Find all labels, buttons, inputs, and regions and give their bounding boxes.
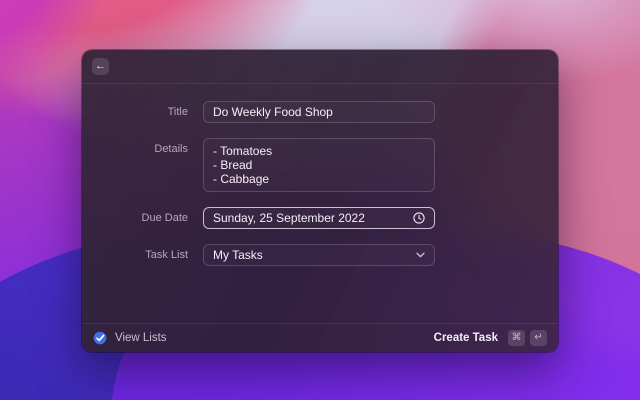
return-key-icon: ↵ [530, 330, 547, 346]
window-header: ← [82, 50, 558, 84]
create-task-window: ← Title Do Weekly Food Shop Details - To… [82, 50, 558, 352]
command-key-icon: ⌘ [508, 330, 525, 346]
details-textarea[interactable]: - Tomatoes - Bread - Cabbage [203, 138, 435, 192]
back-arrow-icon: ← [95, 60, 106, 72]
title-value: Do Weekly Food Shop [213, 105, 333, 119]
view-lists-label: View Lists [115, 332, 167, 344]
details-label: Details [154, 143, 188, 155]
task-list-value: My Tasks [213, 248, 263, 262]
details-value: - Tomatoes - Bread - Cabbage [213, 144, 273, 186]
create-task-action[interactable]: Create Task ⌘ ↵ [434, 330, 547, 346]
task-list-row: Task List My Tasks [82, 244, 558, 266]
create-task-label: Create Task [433, 332, 498, 344]
due-date-label: Due Date [141, 212, 188, 224]
screen: ← Title Do Weekly Food Shop Details - To… [0, 0, 640, 400]
title-label: Title [167, 106, 188, 118]
action-bar: View Lists Create Task ⌘ ↵ [82, 323, 558, 352]
due-date-value: Sunday, 25 September 2022 [213, 211, 365, 225]
task-list-dropdown[interactable]: My Tasks [203, 244, 435, 266]
view-lists-action[interactable]: View Lists [93, 331, 167, 345]
clock-icon [413, 212, 425, 224]
chevron-down-icon [416, 252, 425, 258]
due-date-picker[interactable]: Sunday, 25 September 2022 [203, 207, 435, 229]
title-input[interactable]: Do Weekly Food Shop [203, 101, 435, 123]
back-button[interactable]: ← [92, 58, 109, 75]
task-form: Title Do Weekly Food Shop Details - Toma… [82, 84, 558, 266]
due-date-row: Due Date Sunday, 25 September 2022 [82, 207, 558, 229]
google-tasks-icon [93, 331, 107, 345]
details-row: Details - Tomatoes - Bread - Cabbage [82, 138, 558, 192]
title-row: Title Do Weekly Food Shop [82, 101, 558, 123]
task-list-label: Task List [145, 249, 188, 261]
